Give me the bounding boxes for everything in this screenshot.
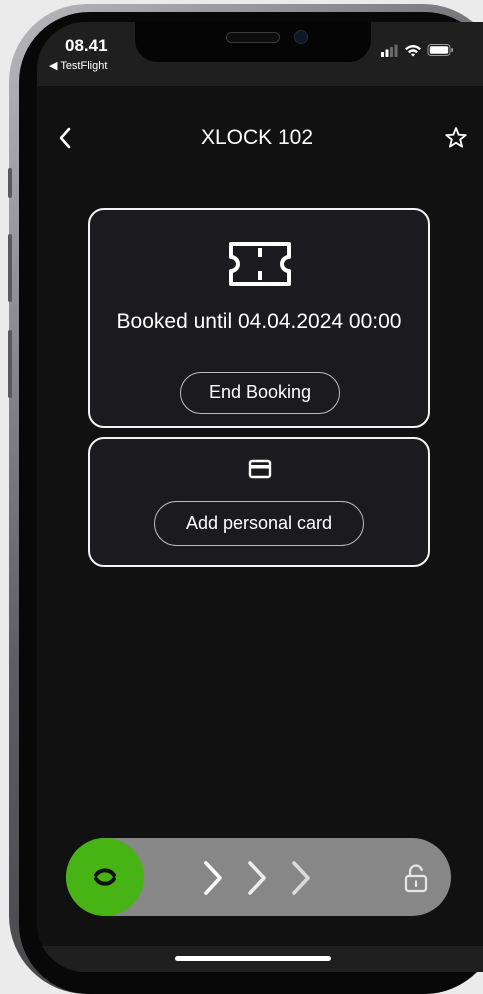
swipe-arrows	[204, 861, 310, 895]
payment-card: Add personal card	[88, 437, 430, 567]
mute-switch	[8, 168, 12, 198]
credit-card-icon	[248, 459, 272, 479]
chevron-right-icon	[292, 861, 310, 895]
speaker-grille	[226, 32, 280, 43]
favorite-button[interactable]	[442, 124, 470, 152]
front-camera	[294, 30, 308, 44]
status-bar: 08.41 ◀ TestFlight	[37, 22, 483, 86]
add-personal-card-button[interactable]: Add personal card	[154, 501, 364, 546]
screen: 08.41 ◀ TestFlight XLOCK 102 Booked unti…	[37, 22, 483, 972]
battery-icon	[427, 44, 453, 56]
star-outline-icon	[445, 127, 467, 148]
chevron-right-icon	[248, 861, 266, 895]
bottom-bar	[37, 946, 483, 972]
nav-header: XLOCK 102	[37, 122, 483, 156]
home-indicator[interactable]	[175, 956, 331, 961]
ticket-icon	[229, 242, 291, 286]
wifi-icon	[405, 45, 421, 57]
status-time: 08.41	[65, 36, 108, 55]
unlock-slider[interactable]	[66, 838, 451, 916]
chevron-right-icon	[204, 861, 222, 895]
page-title: XLOCK 102	[200, 126, 314, 149]
notch	[135, 22, 371, 62]
booking-card: Booked until 04.04.2024 00:00 End Bookin…	[88, 208, 430, 428]
booking-status-text: Booked until 04.04.2024 00:00	[116, 310, 402, 333]
slider-handle[interactable]	[66, 838, 144, 916]
volume-up-button	[8, 234, 12, 302]
status-indicators	[381, 44, 453, 57]
back-to-testflight-link[interactable]: ◀ TestFlight	[49, 59, 107, 72]
volume-down-button	[8, 330, 12, 398]
handle-icon	[94, 868, 116, 886]
end-booking-button[interactable]: End Booking	[180, 372, 340, 414]
unlocked-padlock-icon	[404, 864, 428, 893]
cellular-signal-icon	[381, 44, 398, 57]
